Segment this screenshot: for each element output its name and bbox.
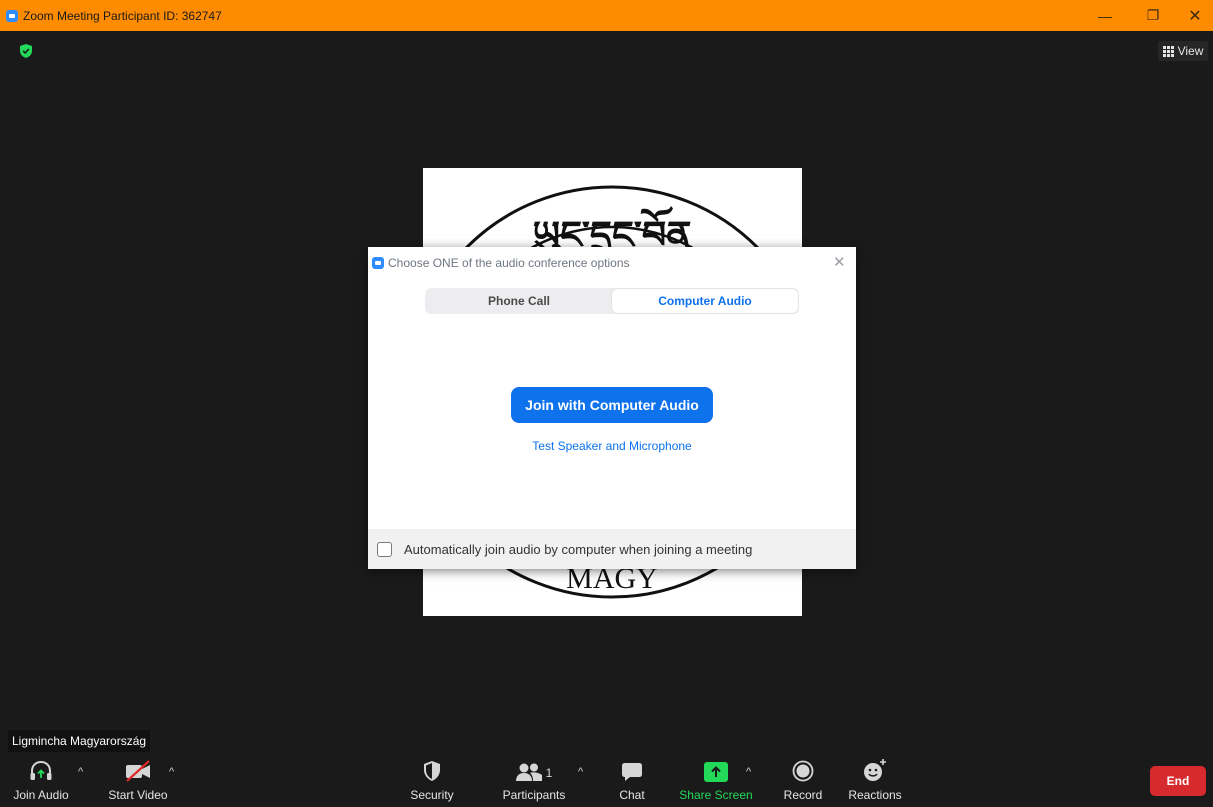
record-label: Record: [783, 788, 823, 802]
chat-button[interactable]: Chat: [612, 752, 652, 807]
participants-label: Participants: [502, 788, 566, 802]
participants-options-caret[interactable]: ^: [578, 766, 583, 778]
grid-view-icon: [1162, 45, 1174, 57]
dialog-close-button[interactable]: ✕: [833, 253, 846, 271]
dialog-title: Choose ONE of the audio conference optio…: [388, 256, 630, 270]
share-screen-label: Share Screen: [679, 788, 753, 802]
reactions-label: Reactions: [848, 788, 902, 802]
participants-button[interactable]: 1 Participants: [497, 752, 571, 807]
zoom-app-icon: [372, 257, 384, 269]
chat-bubble-icon: [622, 763, 642, 781]
window-title: Zoom Meeting Participant ID: 362747: [23, 8, 222, 23]
auto-join-checkbox[interactable]: [377, 541, 392, 557]
audio-mode-tabs: Phone Call Computer Audio: [425, 288, 799, 314]
start-video-label: Start Video: [108, 788, 168, 802]
video-off-icon: [126, 760, 150, 782]
reactions-button[interactable]: Reactions: [846, 752, 904, 807]
tab-phone-call[interactable]: Phone Call: [426, 289, 612, 313]
encryption-shield-icon[interactable]: [20, 44, 32, 58]
join-audio-label: Join Audio: [13, 788, 69, 802]
minimize-button[interactable]: —: [1085, 0, 1125, 31]
share-options-caret[interactable]: ^: [746, 766, 751, 778]
security-label: Security: [410, 788, 454, 802]
participants-count: 1: [545, 766, 553, 780]
record-button[interactable]: Record: [780, 752, 826, 807]
auto-join-label[interactable]: Automatically join audio by computer whe…: [404, 542, 752, 557]
start-video-button[interactable]: Start Video: [106, 752, 170, 807]
headphones-icon: [30, 760, 52, 780]
end-meeting-button[interactable]: End: [1150, 766, 1206, 796]
dialog-title-bar: Choose ONE of the audio conference optio…: [372, 256, 630, 270]
dialog-footer: Automatically join audio by computer whe…: [368, 529, 856, 569]
window-title-bar: Zoom Meeting Participant ID: 362747 — ❐ …: [0, 0, 1213, 31]
chat-label: Chat: [619, 788, 645, 802]
view-label: View: [1177, 44, 1204, 58]
record-icon: [792, 760, 814, 782]
audio-options-dialog: Choose ONE of the audio conference optio…: [368, 247, 856, 569]
participant-name-tag: Ligmincha Magyarország: [8, 730, 151, 752]
meeting-toolbar: Join Audio ^ Start Video ^ Security 1 Pa…: [0, 752, 1213, 807]
share-screen-icon: [704, 762, 728, 782]
test-speaker-microphone-link[interactable]: Test Speaker and Microphone: [368, 439, 856, 453]
share-screen-button[interactable]: Share Screen: [678, 752, 754, 807]
security-button[interactable]: Security: [407, 752, 457, 807]
restore-button[interactable]: ❐: [1133, 0, 1173, 31]
reactions-emoji-icon: [864, 759, 886, 781]
participants-icon: [515, 763, 542, 781]
video-options-caret[interactable]: ^: [169, 766, 174, 778]
security-shield-icon: [424, 761, 440, 781]
tab-computer-audio[interactable]: Computer Audio: [612, 289, 798, 313]
view-button[interactable]: View: [1158, 41, 1208, 61]
zoom-app-icon: [6, 9, 18, 22]
close-window-button[interactable]: ✕: [1175, 0, 1213, 31]
audio-options-caret[interactable]: ^: [78, 766, 83, 778]
join-computer-audio-button[interactable]: Join with Computer Audio: [511, 387, 713, 423]
join-audio-button[interactable]: Join Audio: [13, 752, 69, 807]
